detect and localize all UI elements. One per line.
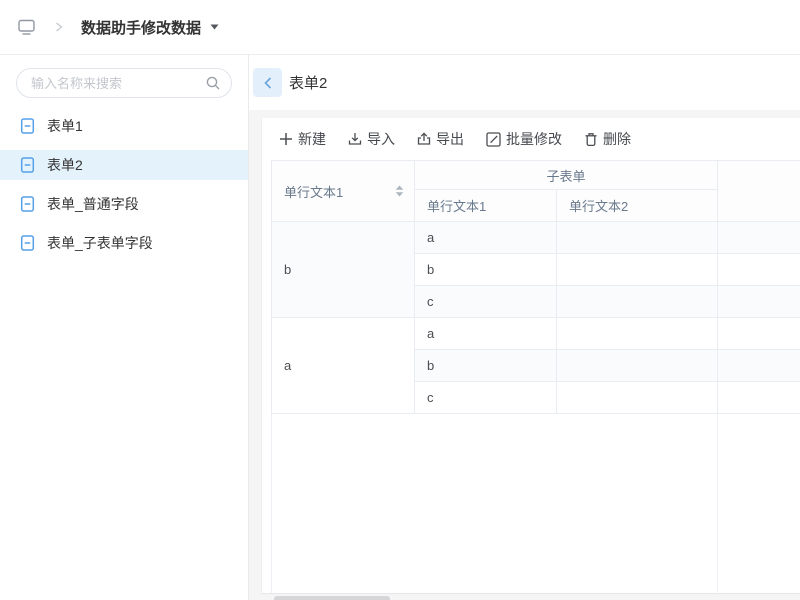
table-empty-area xyxy=(271,414,800,594)
subform-cell[interactable]: c xyxy=(415,382,557,414)
empty-cell[interactable] xyxy=(718,318,800,350)
document-icon xyxy=(20,196,35,212)
breadcrumb-app-title[interactable]: 数据助手修改数据 xyxy=(81,17,201,38)
column-header-main-label: 单行文本1 xyxy=(284,182,343,201)
sidebar-item-form-normal-fields[interactable]: 表单_普通字段 xyxy=(0,189,248,219)
sidebar-item-form2[interactable]: 表单2 xyxy=(0,150,248,180)
document-icon xyxy=(20,235,35,251)
subform-cell[interactable]: a xyxy=(415,222,557,254)
plus-icon xyxy=(279,132,293,146)
column-header-sub2: 单行文本2 xyxy=(557,190,718,222)
sort-carets-icon[interactable] xyxy=(395,185,404,197)
sidebar-item-label: 表单1 xyxy=(47,116,83,136)
chevron-left-icon xyxy=(262,76,274,90)
batch-edit-button-label: 批量修改 xyxy=(506,129,562,149)
subform-cell[interactable]: b xyxy=(415,254,557,286)
empty-cell[interactable] xyxy=(718,222,800,254)
top-bar: 数据助手修改数据 xyxy=(0,0,800,55)
column-header-empty xyxy=(718,161,800,222)
subform-cell[interactable] xyxy=(557,254,718,286)
subform-cell[interactable] xyxy=(557,318,718,350)
batch-edit-button[interactable]: 批量修改 xyxy=(486,129,562,149)
import-button-label: 导入 xyxy=(367,129,395,149)
document-icon xyxy=(20,157,35,173)
export-button[interactable]: 导出 xyxy=(417,129,464,149)
subform-cell[interactable] xyxy=(557,222,718,254)
search-input[interactable] xyxy=(16,68,232,98)
subform-cell[interactable] xyxy=(557,350,718,382)
sidebar-item-label: 表单_子表单字段 xyxy=(47,233,153,253)
main-value-cell[interactable]: b xyxy=(272,222,415,318)
column-header-sub1: 单行文本1 xyxy=(415,190,557,222)
sidebar-item-label: 表单2 xyxy=(47,155,83,175)
sidebar-item-label: 表单_普通字段 xyxy=(47,194,139,214)
column-header-main[interactable]: 单行文本1 xyxy=(272,161,415,222)
export-button-label: 导出 xyxy=(436,129,464,149)
caret-down-icon[interactable] xyxy=(209,23,220,31)
delete-button[interactable]: 删除 xyxy=(584,129,631,149)
data-panel: 新建 导入 导出 批量 xyxy=(261,118,800,594)
subform-cell[interactable] xyxy=(557,382,718,414)
edit-square-icon xyxy=(486,132,501,147)
download-tray-icon xyxy=(348,132,362,146)
column-group-header-subform: 子表单 xyxy=(415,161,718,190)
subform-cell[interactable]: b xyxy=(415,350,557,382)
column-divider xyxy=(717,414,718,594)
document-icon xyxy=(20,118,35,134)
empty-cell[interactable] xyxy=(718,286,800,318)
horizontal-scrollbar-thumb[interactable] xyxy=(274,596,390,600)
subform-cell[interactable]: a xyxy=(415,318,557,350)
toolbar: 新建 导入 导出 批量 xyxy=(262,118,800,160)
page-title: 表单2 xyxy=(289,72,327,93)
sidebar-item-form-subform-fields[interactable]: 表单_子表单字段 xyxy=(0,228,248,258)
subform-cell[interactable]: c xyxy=(415,286,557,318)
data-table: 单行文本1 子表单 单行文本1 单行文本2 xyxy=(271,160,800,594)
search-icon[interactable] xyxy=(205,75,221,91)
empty-cell[interactable] xyxy=(718,350,800,382)
trash-icon xyxy=(584,132,598,147)
table-header-row: 单行文本1 子表单 xyxy=(272,161,800,190)
sidebar-form-list: 表单1 表单2 表单_普通字段 表单_子表单字段 xyxy=(0,111,248,258)
empty-cell[interactable] xyxy=(718,382,800,414)
delete-button-label: 删除 xyxy=(603,129,631,149)
empty-cell[interactable] xyxy=(718,254,800,286)
subform-cell[interactable] xyxy=(557,286,718,318)
chevron-right-icon xyxy=(54,21,64,33)
table-row[interactable]: b a xyxy=(272,222,800,254)
sidebar-item-form1[interactable]: 表单1 xyxy=(0,111,248,141)
main-header: 表单2 xyxy=(249,55,800,110)
main-body: 新建 导入 导出 批量 xyxy=(249,110,800,600)
import-button[interactable]: 导入 xyxy=(348,129,395,149)
new-button-label: 新建 xyxy=(298,129,326,149)
table-row[interactable]: a a xyxy=(272,318,800,350)
sidebar: 表单1 表单2 表单_普通字段 表单_子表单字段 xyxy=(0,55,249,600)
sidebar-search xyxy=(16,68,232,98)
back-button[interactable] xyxy=(253,68,282,97)
monitor-icon[interactable] xyxy=(16,17,37,37)
upload-tray-icon xyxy=(417,132,431,146)
main-value-cell[interactable]: a xyxy=(272,318,415,414)
app-root: 数据助手修改数据 表单1 表单2 xyxy=(0,0,800,600)
new-button[interactable]: 新建 xyxy=(279,129,326,149)
